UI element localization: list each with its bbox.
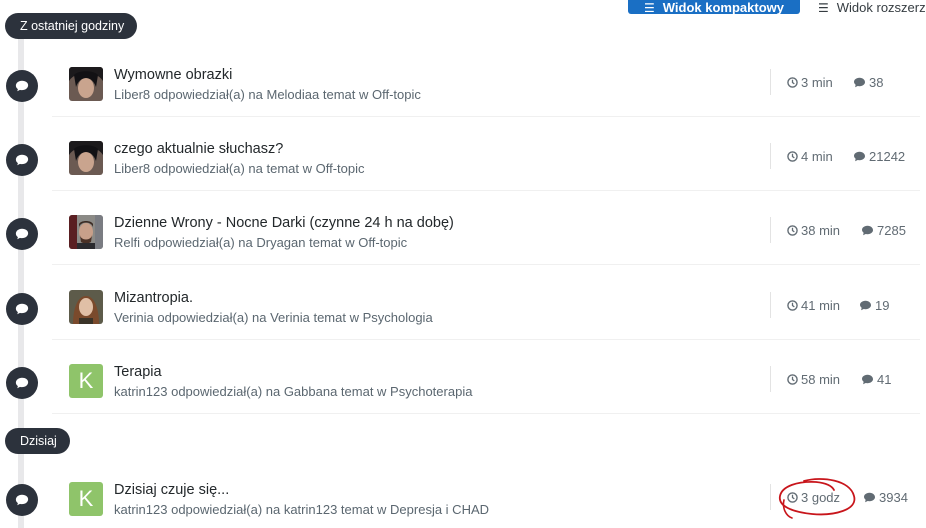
- reply-count: 3934: [863, 490, 908, 505]
- avatar[interactable]: K: [69, 364, 103, 398]
- reply-count: 7285: [861, 223, 906, 238]
- topic-title[interactable]: czego aktualnie słuchasz?: [114, 141, 283, 157]
- clock-icon: [787, 300, 798, 311]
- comment-icon: [6, 70, 38, 102]
- avatar[interactable]: [69, 67, 103, 101]
- reply-count: 38: [853, 75, 883, 90]
- list-item[interactable]: Wymowne obrazki Liber8 odpowiedział(a) n…: [52, 55, 920, 117]
- comment-icon: [6, 144, 38, 176]
- topic-stats: 3 min 38: [770, 69, 920, 95]
- list-icon: ☰: [644, 1, 655, 14]
- expanded-view-button[interactable]: ☰ Widok rozszerzony: [806, 0, 926, 14]
- topic-stats: 4 min 21242: [770, 143, 920, 169]
- topic-meta: Relfi odpowiedział(a) na Dryagan temat w…: [114, 235, 408, 250]
- topic-meta: katrin123 odpowiedział(a) na katrin123 t…: [114, 502, 490, 517]
- topic-title[interactable]: Terapia: [114, 364, 162, 380]
- topic-meta: katrin123 odpowiedział(a) na Gabbana tem…: [114, 384, 473, 399]
- topic-stats: 58 min 41: [770, 366, 920, 392]
- topic-stats: 3 godz 3934: [770, 484, 920, 510]
- time-stat: 3 godz: [787, 490, 840, 505]
- list-item[interactable]: K Terapia katrin123 odpowiedział(a) na G…: [52, 352, 920, 414]
- comment-icon: [862, 374, 873, 385]
- comment-icon: [860, 300, 871, 311]
- section-label-last-hour: Z ostatniej godziny: [5, 13, 138, 39]
- clock-icon: [787, 225, 798, 236]
- comment-icon: [6, 293, 38, 325]
- topic-meta: Liber8 odpowiedział(a) na Melodiaa temat…: [114, 87, 421, 102]
- comment-icon: [6, 484, 38, 516]
- time-stat: 4 min: [787, 149, 833, 164]
- reply-count: 21242: [853, 149, 905, 164]
- expanded-view-label: Widok rozszerzony: [836, 0, 926, 14]
- clock-icon: [787, 492, 798, 503]
- clock-icon: [787, 374, 798, 385]
- time-stat: 41 min: [787, 298, 840, 313]
- comment-icon: [6, 218, 38, 250]
- section-label-today: Dzisiaj: [5, 428, 70, 454]
- time-stat: 3 min: [787, 75, 833, 90]
- clock-icon: [787, 151, 798, 162]
- reply-count: 19: [859, 298, 889, 313]
- avatar[interactable]: [69, 141, 103, 175]
- topic-stats: 41 min 19: [770, 292, 920, 318]
- topic-meta: Verinia odpowiedział(a) na Verinia temat…: [114, 310, 433, 325]
- list-item[interactable]: K Dzisiaj czuje się... katrin123 odpowie…: [52, 470, 920, 528]
- topic-title[interactable]: Mizantropia.: [114, 290, 193, 306]
- menu-icon: ☰: [818, 1, 829, 14]
- list-item[interactable]: czego aktualnie słuchasz? Liber8 odpowie…: [52, 129, 920, 191]
- comment-icon: [854, 151, 865, 162]
- comment-icon: [854, 77, 865, 88]
- list-item[interactable]: Mizantropia. Verinia odpowiedział(a) na …: [52, 278, 920, 340]
- reply-count: 41: [861, 372, 891, 387]
- time-stat: 38 min: [787, 223, 840, 238]
- topic-title[interactable]: Wymowne obrazki: [114, 67, 232, 83]
- comment-icon: [862, 225, 873, 236]
- avatar[interactable]: [69, 215, 103, 249]
- avatar[interactable]: [69, 290, 103, 324]
- topic-stats: 38 min 7285: [770, 217, 920, 243]
- topic-meta: Liber8 odpowiedział(a) na temat w Off-to…: [114, 161, 365, 176]
- comment-icon: [6, 367, 38, 399]
- list-item[interactable]: Dzienne Wrony - Nocne Darki (czynne 24 h…: [52, 203, 920, 265]
- time-stat: 58 min: [787, 372, 840, 387]
- topic-title[interactable]: Dzisiaj czuje się...: [114, 482, 229, 498]
- topic-title[interactable]: Dzienne Wrony - Nocne Darki (czynne 24 h…: [114, 215, 454, 231]
- avatar[interactable]: K: [69, 482, 103, 516]
- clock-icon: [787, 77, 798, 88]
- compact-view-button[interactable]: ☰ Widok kompaktowy: [628, 0, 800, 14]
- comment-icon: [864, 492, 875, 503]
- compact-view-label: Widok kompaktowy: [662, 0, 784, 14]
